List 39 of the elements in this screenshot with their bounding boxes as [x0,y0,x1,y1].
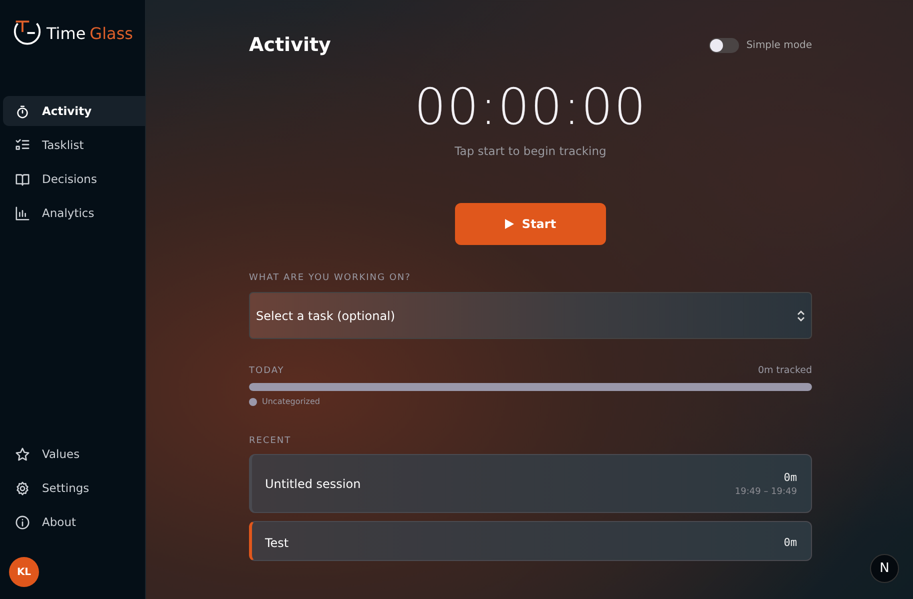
book-icon [15,172,30,186]
sidebar-item[interactable]: Activity [3,96,145,126]
session-title: Untitled session [265,476,361,490]
corner-badge-button[interactable]: N [870,554,899,583]
session-duration: 0m [784,470,797,484]
info-icon [15,514,30,530]
stopwatch-icon [15,104,30,118]
session-card[interactable]: Untitled session 0m 19:49 – 19:49 [249,454,812,513]
sidebar-item[interactable]: Values [3,439,145,469]
chevron-up-down-icon [797,310,805,322]
brand-name: Glass [90,24,133,42]
sidebar-item[interactable]: Settings [3,473,145,503]
checklist-icon [15,138,30,152]
session-card[interactable]: Test 0m [249,521,812,561]
brand-name: Time [46,24,86,42]
sidebar-item[interactable]: Analytics [3,198,145,228]
timer-hint: Tap start to begin tracking [454,144,606,158]
play-icon [504,219,514,229]
bar-chart-icon [15,206,30,220]
timer-display: 00:00:00 [414,78,647,136]
session-time-range: 19:49 – 19:49 [734,486,797,496]
user-avatar[interactable]: KL [9,557,39,587]
simple-mode-toggle[interactable]: Simple mode [709,38,812,52]
task-select[interactable]: Select a task (optional) [249,292,812,339]
tracked-total: 0m tracked [758,365,812,376]
section-label: WHAT ARE YOU WORKING ON? [249,273,412,283]
sidebar-item[interactable]: About [3,507,145,537]
sidebar-item[interactable]: Decisions [3,164,145,194]
section-label: RECENT [249,436,292,446]
legend-label: Uncategorized [262,397,320,406]
toggle-switch[interactable] [709,38,740,52]
sidebar-item[interactable]: Tasklist [3,130,145,160]
session-title: Test [265,536,289,550]
section-label: TODAY [249,366,284,376]
session-duration: 0m [784,536,797,549]
settings-icon [15,480,30,496]
star-icon [15,446,30,462]
page-title: Activity [249,34,331,56]
start-button[interactable]: Start [455,203,606,245]
